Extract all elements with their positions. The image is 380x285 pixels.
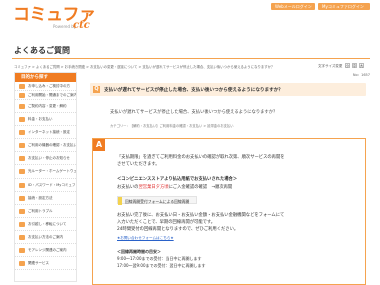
commufa-logo[interactable]: コミュファ Powered by ctc	[13, 5, 113, 33]
category-icon	[19, 234, 25, 240]
convenience-store-heading: ＜コンビニエンスストアより払込用紙でお支払いされた場合＞	[117, 177, 238, 182]
font-size-small-button[interactable]: 小	[344, 63, 350, 68]
sidebar-item[interactable]: モアレンジ関連のご案内	[15, 244, 76, 258]
category-icon	[19, 143, 25, 149]
sidebar-item[interactable]: インターネット接続・設定	[15, 126, 76, 140]
sidebar-item[interactable]: 料金・お支払い	[15, 113, 76, 127]
breadcrumb[interactable]: コミュファ > よくあるご質問 > お手続き関連 > お支払いの変更・遅延につい…	[14, 64, 274, 69]
category-icon	[19, 93, 25, 98]
question-number: No：1657	[352, 73, 370, 77]
sidebar-item[interactable]: 関連サービス	[15, 257, 76, 271]
answer-text: 9:00〜17:00までの受付：当日中に再開します	[117, 256, 202, 261]
reopen-time-heading: ＜回線再開時間の目安＞	[117, 249, 161, 254]
logo-brand: ctc	[73, 20, 90, 31]
site-header: コミュファ Powered by ctc Webメールログイン Myコミュファロ…	[0, 0, 380, 42]
answer-panel: A 「支払期限」を過ぎてご利用料金のお支払いの確認が取れ次第、順次サービスの再開…	[92, 138, 366, 285]
sidebar-item[interactable]: お申し込み・ご検討中の方	[15, 82, 76, 91]
question-title: 支払いが遅れてサービスが停止した場合、支払い後いつから使えるようになりますか？	[104, 87, 283, 93]
question-description: 支払いが遅れてサービスが停止した場合、支払い後いつから使えるようになりますか？	[110, 110, 278, 115]
answer-text: させていただきます。	[117, 162, 160, 167]
faq-main: No：1657 Q 支払いが遅れてサービスが停止した場合、支払い後いつから使える…	[84, 73, 370, 285]
form-reopen-heading: 回線再開受付フォームによる回線再開	[117, 196, 197, 205]
category-icon	[19, 117, 25, 123]
sidebar-item[interactable]: ご利用トラブル	[15, 205, 76, 218]
sidebar-heading: 目的から探す	[15, 73, 76, 82]
answer-text: 入力いただくことで、早期の回線再開が可能です。	[117, 220, 216, 225]
title-divider	[12, 58, 370, 59]
category-icon	[19, 195, 25, 201]
sidebar-item[interactable]: ご利用の機器の確認・お支払い	[15, 139, 76, 153]
inquiry-form-link[interactable]: ★お問い合わせフォームはこちら★	[117, 236, 174, 241]
answer-text: 17:00〜翌9:00までの受付：翌日中に再開します	[117, 263, 206, 268]
answer-text: 24時間受付の回線再開となりますので、ぜひご利用ください。	[117, 227, 239, 232]
webmail-login-button[interactable]: Webメールログイン	[271, 3, 315, 10]
my-commufa-login-button[interactable]: Myコミュファログイン	[318, 3, 370, 10]
category-icon	[19, 261, 25, 267]
category-icon	[19, 221, 25, 227]
emphasis-text: 翌営業日夕方頃	[138, 185, 169, 190]
question-category[interactable]: カテゴリー：【解約・お支払い】ご利用料金の確認・お支払い > 延滞金のお支払い	[110, 123, 234, 128]
sidebar-item[interactable]: ID・パスワード・Myコミュファ関連	[15, 179, 76, 192]
sidebar-item[interactable]: 接続・設定方法	[15, 192, 76, 205]
answer-mark-icon: A	[93, 139, 105, 151]
answer-text: お支払い完了後に、お支払い日・お支払い金額・お支払い金融機関などをフォームにて	[117, 213, 285, 218]
sidebar-item[interactable]: お支払い方法のご案内	[15, 231, 76, 245]
font-size-label: 文字サイズ変更	[318, 64, 343, 68]
answer-text: お支払いの翌営業日夕方頃にご入金確認の確認 →順次再開	[117, 185, 233, 190]
font-size-large-button[interactable]: 大	[358, 63, 364, 68]
category-icon	[19, 104, 25, 109]
font-size-controls: 文字サイズ変更 小 中 大	[318, 63, 364, 69]
font-size-medium-button[interactable]: 中	[351, 63, 357, 68]
sidebar-item[interactable]: 光ルーター・ホームゲートウェイ	[15, 165, 76, 179]
category-icon	[19, 169, 25, 175]
category-icon	[19, 156, 25, 162]
page-title: よくあるご質問	[14, 46, 70, 55]
question-mark-icon: Q	[93, 86, 100, 93]
sidebar-item[interactable]: お支払い・停止のお知らせ	[15, 152, 76, 166]
category-icon	[19, 130, 25, 136]
sidebar-item[interactable]: お引越し・移転について	[15, 218, 76, 231]
category-icon	[19, 84, 25, 89]
category-icon	[19, 248, 25, 254]
sidebar-item[interactable]: ご契約内容・変更・解約	[15, 100, 76, 114]
heading-marker	[118, 197, 122, 205]
sidebar-item[interactable]: ご利用開始・開通までのご案内	[15, 91, 76, 100]
category-sidebar: 目的から探す お申し込み・ご検討中の方 ご利用開始・開通までのご案内 ご契約内容…	[14, 72, 77, 282]
category-icon	[19, 208, 25, 214]
question-header: Q 支払いが遅れてサービスが停止した場合、支払い後いつから使えるようになりますか…	[90, 83, 366, 96]
category-icon	[19, 182, 25, 188]
answer-text: 「支払期限」を過ぎてご利用料金のお支払いの確認が取れ次第、順次サービスの再開を	[117, 155, 285, 160]
